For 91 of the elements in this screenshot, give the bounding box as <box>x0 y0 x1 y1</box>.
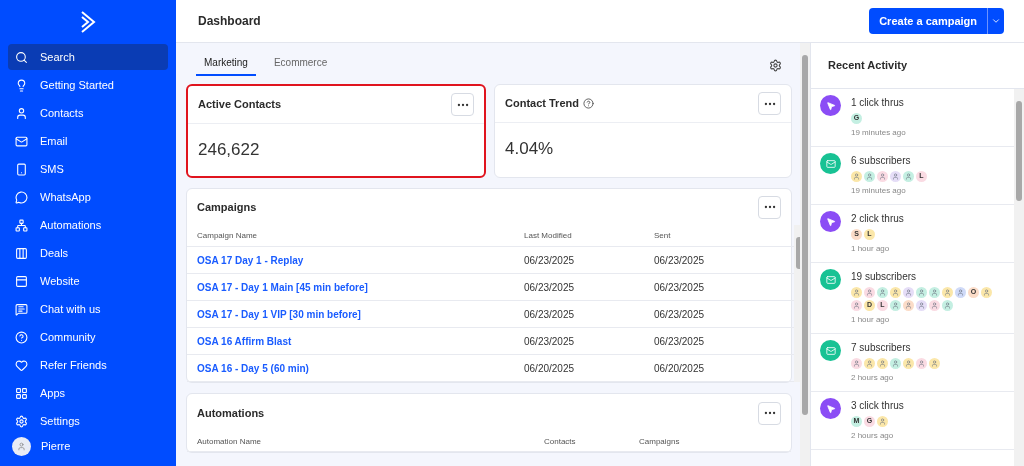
table-cell-text: 06/23/2025 <box>524 307 576 322</box>
stat-value: 4.04% <box>504 138 555 161</box>
table-cell-text: 06/23/2025 <box>524 253 576 268</box>
table-cell-text: 06/20/2025 <box>524 361 576 376</box>
activity-text: 2 click thrus <box>851 212 905 226</box>
search-icon <box>15 50 28 64</box>
sidebar-item[interactable]: Settings <box>8 408 168 434</box>
heart-icon <box>15 358 28 372</box>
table-cell-text: 06/23/2025 <box>654 334 706 349</box>
activity-time: 19 minutes ago <box>851 185 907 197</box>
envelope-icon <box>820 269 841 290</box>
sidebar-item[interactable]: Chat with us <box>8 296 168 322</box>
tab[interactable]: Ecommerce <box>265 55 336 76</box>
activity-time: 1 hour ago <box>851 314 891 326</box>
column-header: Contacts <box>544 435 577 448</box>
more-options-button[interactable] <box>451 93 474 116</box>
envelope-icon <box>820 153 841 174</box>
sidebar-item[interactable]: WhatsApp <box>8 184 168 210</box>
cursor-icon <box>820 95 841 116</box>
settings-icon <box>15 414 28 428</box>
column-header: Automation Name <box>197 435 263 448</box>
activity-text: 1 click thrus <box>851 96 905 110</box>
sidebar-item[interactable]: Automations <box>8 212 168 238</box>
table-cell-text: 06/23/2025 <box>654 307 706 322</box>
user-profile[interactable]: Pierre <box>0 437 176 456</box>
sidebar-item[interactable]: Email <box>8 128 168 154</box>
tab[interactable]: Marketing <box>196 55 256 76</box>
logo-icon <box>80 11 96 33</box>
sidebar-item[interactable]: Refer Friends <box>8 352 168 378</box>
stat-value: 246,622 <box>197 139 261 162</box>
avatar-icon <box>12 437 31 456</box>
settings-icon[interactable] <box>769 59 782 72</box>
help-icon <box>15 330 28 344</box>
sidebar-item[interactable]: Search <box>8 44 168 70</box>
column-header: Last Modified <box>524 229 573 242</box>
activity-time: 1 hour ago <box>851 243 891 255</box>
campaign-link[interactable]: OSA 17 - Day 1 Main [45 min before] <box>197 279 524 295</box>
sidebar-item[interactable]: Website <box>8 268 168 294</box>
campaign-link[interactable]: OSA 16 - Day 5 (60 min) <box>197 360 524 376</box>
campaign-link[interactable]: OSA 17 - Day 1 VIP [30 min before] <box>197 306 524 322</box>
more-options-button[interactable] <box>758 92 781 115</box>
envelope-icon <box>15 134 28 148</box>
window-icon <box>15 274 28 288</box>
page-title: Dashboard <box>198 13 261 30</box>
card-title: Active Contacts <box>198 97 282 113</box>
column-header: Campaign Name <box>197 229 259 242</box>
hierarchy-icon <box>15 218 28 232</box>
scrollbar[interactable] <box>1014 89 1024 466</box>
table-cell-text: 06/23/2025 <box>524 280 576 295</box>
activity-text: 6 subscribers <box>851 154 912 168</box>
more-options-button[interactable] <box>758 401 781 425</box>
column-header: Campaigns <box>639 435 681 448</box>
activity-text: 3 click thrus <box>851 399 905 413</box>
activity-text: 7 subscribers <box>851 341 912 355</box>
scrollbar[interactable] <box>800 43 810 466</box>
cursor-icon <box>820 398 841 419</box>
table-cell-text: 06/23/2025 <box>654 280 706 295</box>
phone-icon <box>15 162 28 176</box>
table-cell-text: 06/20/2025 <box>654 361 706 376</box>
sidebar-item[interactable]: Community <box>8 324 168 350</box>
help-icon[interactable] <box>582 98 594 109</box>
person-icon <box>15 106 28 120</box>
message-icon <box>15 302 28 316</box>
sidebar-item[interactable]: Contacts <box>8 100 168 126</box>
sidebar-item[interactable]: Deals <box>8 240 168 266</box>
activity-text: 19 subscribers <box>851 270 918 284</box>
caret-icon <box>991 16 1001 26</box>
column-header: Sent <box>654 229 672 242</box>
columns-icon <box>15 246 28 260</box>
grid-icon <box>15 386 28 400</box>
card-title: Automations <box>197 405 265 421</box>
sidebar-item[interactable]: Getting Started <box>8 72 168 98</box>
cursor-icon <box>820 211 841 232</box>
table-cell-text: 06/23/2025 <box>524 334 576 349</box>
activity-time: 2 hours ago <box>851 372 895 384</box>
sidebar-item[interactable]: SMS <box>8 156 168 182</box>
campaign-link[interactable]: OSA 17 Day 1 - Replay <box>197 252 524 268</box>
envelope-icon <box>820 340 841 361</box>
lightbulb-icon <box>15 78 28 92</box>
sidebar-item[interactable]: Apps <box>8 380 168 406</box>
activity-time: 19 minutes ago <box>851 127 907 139</box>
chat-bubble-icon <box>15 190 28 204</box>
dropdown-button[interactable] <box>987 8 1004 34</box>
table-cell-text: 06/23/2025 <box>654 253 706 268</box>
card-title: Campaigns <box>197 199 257 215</box>
create-campaign-button[interactable]: Create a campaign <box>869 8 987 34</box>
campaign-link[interactable]: OSA 16 Affirm Blast <box>197 333 524 349</box>
card-title: Contact Trend <box>505 96 579 112</box>
more-options-button[interactable] <box>758 195 781 219</box>
activity-time: 2 hours ago <box>851 430 895 442</box>
panel-title: Recent Activity <box>811 43 1024 89</box>
